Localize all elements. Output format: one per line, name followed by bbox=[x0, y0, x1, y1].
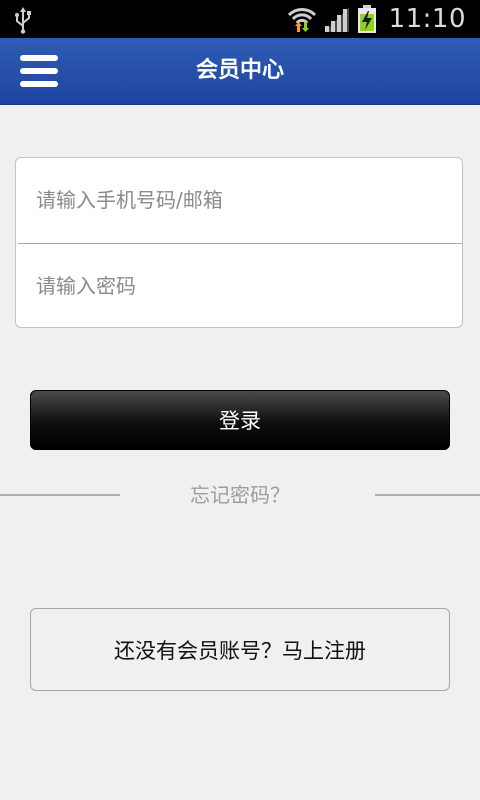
divider-left bbox=[0, 494, 120, 496]
status-bar: 11:10 bbox=[0, 0, 480, 38]
forgot-password-link[interactable]: 忘记密码？ bbox=[140, 478, 340, 512]
login-form bbox=[15, 157, 463, 328]
signal-icon bbox=[324, 7, 349, 32]
register-button[interactable]: 还没有会员账号？马上注册 bbox=[30, 608, 450, 691]
menu-bar-bottom bbox=[20, 81, 58, 87]
menu-bar-middle bbox=[20, 68, 58, 74]
password-input[interactable] bbox=[16, 244, 462, 327]
divider-right bbox=[375, 494, 480, 496]
action-bar: 会员中心 bbox=[0, 38, 480, 105]
wifi-icon bbox=[287, 8, 316, 32]
usb-icon bbox=[15, 7, 31, 34]
page-title: 会员中心 bbox=[195, 58, 284, 83]
login-button[interactable]: 登录 bbox=[30, 390, 450, 450]
battery-charging-icon bbox=[357, 5, 376, 33]
hamburger-menu-icon[interactable] bbox=[20, 55, 58, 87]
menu-bar-top bbox=[20, 55, 58, 61]
status-time: 11:10 bbox=[388, 4, 466, 34]
account-input[interactable] bbox=[16, 158, 462, 242]
status-icons: 11:10 bbox=[287, 0, 466, 38]
